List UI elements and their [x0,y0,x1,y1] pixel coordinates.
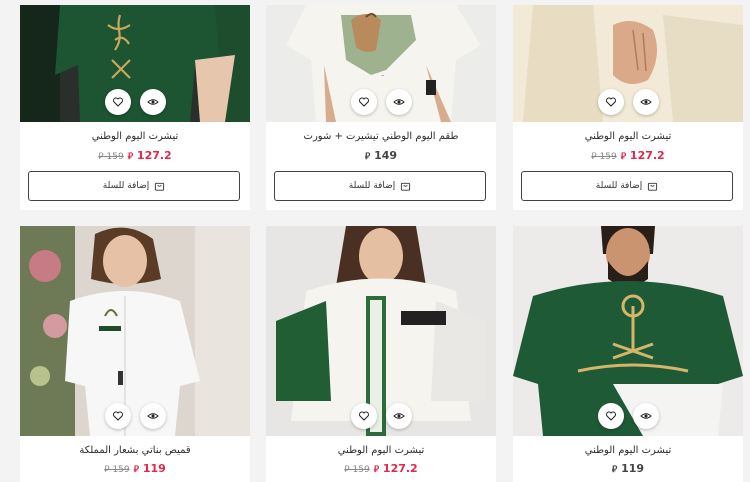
product-image[interactable] [20,5,250,122]
product-price: 119 ⃁ 159 ⃁ [20,462,250,475]
product-card[interactable]: قميص بناتي بشعار المملكة 119 ⃁ 159 ⃁ [20,226,250,482]
sale-price: 119 ⃁ [133,462,166,475]
sale-price: 127.2 ⃁ [127,149,172,162]
wishlist-button[interactable] [350,89,377,115]
quick-view-button[interactable] [632,89,659,115]
svg-text:~: ~ [381,73,384,78]
eye-icon [639,413,652,419]
cart-icon [155,182,165,191]
product-image[interactable] [513,5,743,122]
product-card[interactable]: تيشرت اليوم الوطني 119 ⃁ [513,226,743,482]
quick-view-button[interactable] [139,403,166,429]
original-price: 159 ⃁ [591,152,617,162]
product-card[interactable]: تيشرت اليوم الوطني 127.2 ⃁ 159 ⃁ إضافة ل… [20,5,250,210]
heart-icon [358,411,369,421]
product-image[interactable]: ~ [266,5,496,122]
wishlist-button[interactable] [597,89,624,115]
price: 149 ⃁ [364,149,398,162]
add-to-cart-label: إضافة للسلة [595,181,643,191]
product-price: 119 ⃁ [513,462,743,475]
add-to-cart-button[interactable]: إضافة للسلة [28,171,240,201]
product-title[interactable]: تيشرت اليوم الوطني [266,445,496,456]
quick-view-button[interactable] [385,89,412,115]
price: 119 ⃁ [611,462,645,475]
sale-price: 127.2 ⃁ [373,462,418,475]
quick-view-button[interactable] [385,403,412,429]
eye-icon [392,99,405,105]
eye-icon [392,413,405,419]
wishlist-button[interactable] [104,403,131,429]
cart-icon [401,182,411,191]
eye-icon [146,99,159,105]
add-to-cart-label: إضافة للسلة [102,181,150,191]
heart-icon [358,97,369,107]
add-to-cart-button[interactable]: إضافة للسلة [274,171,486,201]
product-image[interactable] [20,226,250,436]
product-price: 149 ⃁ [266,149,496,162]
eye-icon [146,413,159,419]
wishlist-button[interactable] [104,89,131,115]
heart-icon [112,97,123,107]
add-to-cart-button[interactable]: إضافة للسلة [521,171,733,201]
sale-price: 127.2 ⃁ [620,149,665,162]
original-price: 159 ⃁ [98,152,124,162]
product-card[interactable]: ~ طقم اليوم الوطني تيشيرت + شورت 149 ⃁ إ… [266,5,496,210]
product-image[interactable] [513,226,743,436]
heart-icon [112,411,123,421]
product-title[interactable]: طقم اليوم الوطني تيشيرت + شورت [266,131,496,142]
cart-icon [648,182,658,191]
product-title[interactable]: قميص بناتي بشعار المملكة [20,445,250,456]
quick-view-button[interactable] [139,89,166,115]
product-title[interactable]: تيشرت اليوم الوطني [513,445,743,456]
product-image[interactable] [266,226,496,436]
wishlist-button[interactable] [597,403,624,429]
add-to-cart-label: إضافة للسلة [348,181,396,191]
eye-icon [639,99,652,105]
heart-icon [605,97,616,107]
product-price: 127.2 ⃁ 159 ⃁ [266,462,496,475]
product-title[interactable]: تيشرت اليوم الوطني [513,131,743,142]
original-price: 159 ⃁ [344,465,370,475]
product-price: 127.2 ⃁ 159 ⃁ [513,149,743,162]
product-price: 127.2 ⃁ 159 ⃁ [20,149,250,162]
wishlist-button[interactable] [350,403,377,429]
product-card[interactable]: تيشرت اليوم الوطني 127.2 ⃁ 159 ⃁ إضافة ل… [513,5,743,210]
original-price: 159 ⃁ [104,465,130,475]
heart-icon [605,411,616,421]
quick-view-button[interactable] [632,403,659,429]
product-card[interactable]: تيشرت اليوم الوطني 127.2 ⃁ 159 ⃁ [266,226,496,482]
product-title[interactable]: تيشرت اليوم الوطني [20,131,250,142]
